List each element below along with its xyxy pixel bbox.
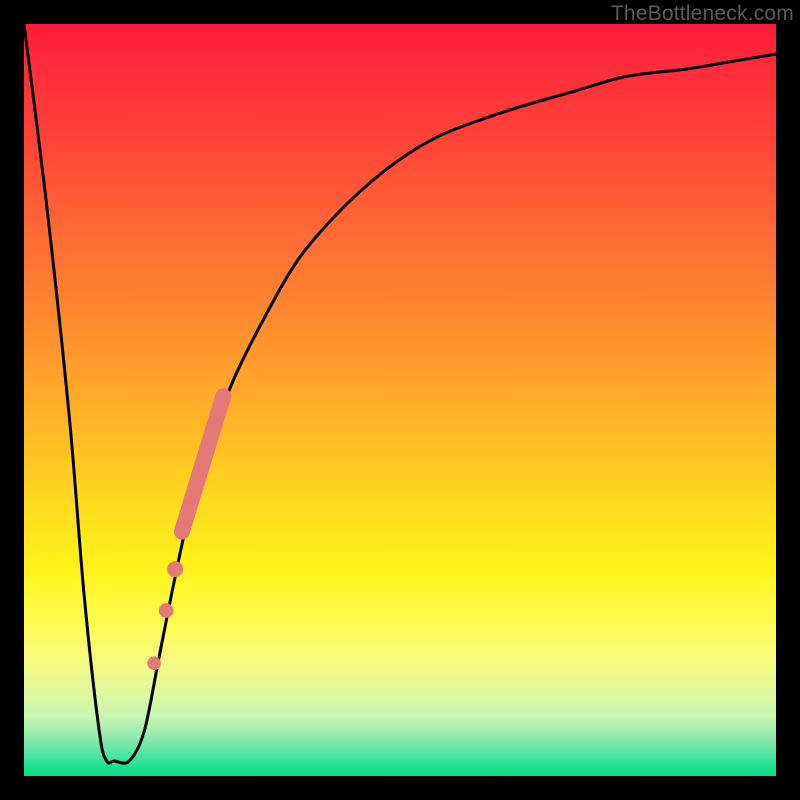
watermark-text: TheBottleneck.com <box>611 2 794 26</box>
marker-dot <box>167 561 183 577</box>
curve-layer <box>24 24 776 776</box>
bottleneck-curve <box>24 24 776 763</box>
marker-dot <box>159 603 174 618</box>
chart-frame: TheBottleneck.com <box>0 0 800 800</box>
plot-area <box>24 24 776 776</box>
marker-segment <box>182 396 223 531</box>
markers <box>147 396 223 670</box>
marker-dots <box>147 561 183 670</box>
curve-path <box>24 24 776 763</box>
marker-dot <box>147 656 161 670</box>
